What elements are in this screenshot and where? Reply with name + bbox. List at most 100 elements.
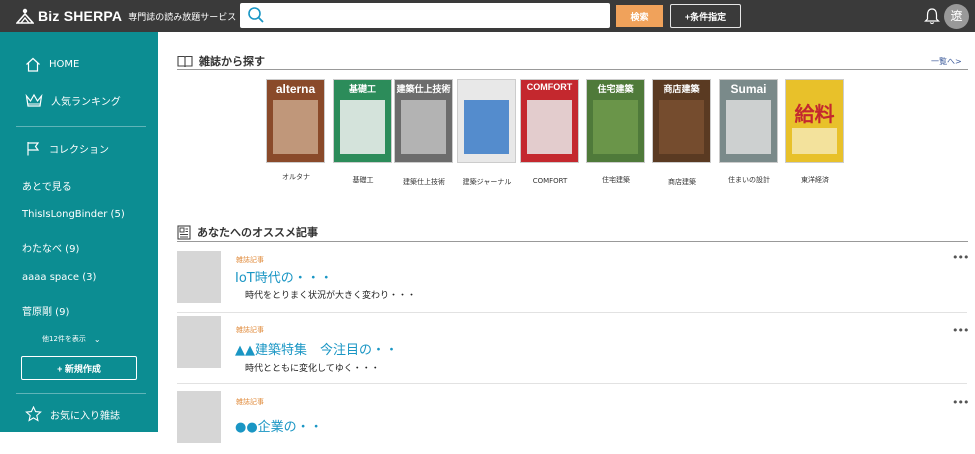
article-description: 時代をとりまく状況が大きく変わり・・・	[245, 291, 417, 301]
magazine-cover-title: 建築仕上技術	[396, 84, 451, 94]
magazine-item[interactable]: 建築ジャーナル	[457, 79, 516, 186]
logo-tagline: 専門誌の読み放題サービス	[128, 12, 237, 23]
condition-button[interactable]: +条件指定	[670, 4, 741, 28]
article-title[interactable]: IoT時代の・・・	[235, 267, 333, 286]
show-more-label: 他12件を表示	[42, 335, 86, 343]
magazine-cover-art	[401, 100, 446, 154]
magazine-cover-art	[593, 100, 638, 154]
magazine-cover-title: Sumai	[730, 82, 767, 96]
sidebar-item-label: 人気ランキング	[51, 97, 121, 108]
search-box	[240, 3, 610, 28]
magazine-cover[interactable]: 建築仕上技術	[394, 79, 453, 163]
sidebar-link-binder[interactable]: ThisIsLongBinder (5)	[22, 209, 125, 220]
bell-icon[interactable]	[924, 7, 940, 25]
magazine-cover[interactable]: 給料	[785, 79, 844, 163]
sidebar-item-ranking[interactable]: 人気ランキング	[25, 93, 121, 108]
section-title: あなたへのオススメ記事	[197, 226, 318, 239]
magazines-heading: 雑誌から探す	[177, 53, 265, 69]
magazine-item[interactable]: 住宅建築 住宅建築	[586, 79, 645, 184]
article-type: 雑誌記事	[236, 398, 264, 406]
magazine-cover[interactable]: 基礎工	[333, 79, 392, 163]
magazine-cover-art	[726, 100, 771, 154]
article-thumbnail	[177, 316, 221, 368]
show-more-link[interactable]: 他12件を表示 ⌄	[42, 334, 101, 344]
magazine-cover-art	[464, 100, 509, 154]
magazine-item[interactable]: 基礎工 基礎工	[333, 79, 392, 184]
magazine-cover-title: COMFORT	[526, 82, 573, 92]
sidebar-item-home[interactable]: HOME	[25, 57, 79, 72]
avatar[interactable]: 遼	[944, 4, 969, 29]
sidebar-divider	[16, 126, 146, 127]
magazine-cover[interactable]	[457, 79, 516, 163]
crown-icon	[25, 93, 43, 107]
article-description: 時代とともに変化してゆく・・・	[245, 364, 380, 374]
home-icon	[26, 57, 40, 72]
magazine-item[interactable]: alterna オルタナ	[266, 79, 325, 181]
magazine-cover[interactable]: Sumai	[719, 79, 778, 163]
new-collection-button[interactable]: + 新規作成	[21, 356, 137, 380]
section-divider	[177, 69, 968, 70]
article-thumbnail	[177, 391, 221, 443]
magazine-cover-art	[273, 100, 318, 154]
sidebar-link-aaaa[interactable]: aaaa space (3)	[22, 272, 96, 283]
article-title[interactable]: ▲▲建築特集 今注目の・・	[235, 339, 398, 358]
star-icon	[25, 406, 42, 422]
sidebar-link-later[interactable]: あとで見る	[22, 178, 72, 193]
section-title: 雑誌から探す	[199, 55, 265, 68]
more-options-icon[interactable]: •••	[952, 251, 969, 264]
top-bar: Biz SHERPA 専門誌の読み放題サービス 検索 +条件指定 遼	[0, 0, 975, 32]
magazine-item[interactable]: COMFORT COMFORT	[520, 79, 579, 185]
magazine-item[interactable]: Sumai 住まいの設計	[719, 79, 778, 184]
magazine-cover[interactable]: 商店建築	[652, 79, 711, 163]
magazine-item[interactable]: 給料 東洋経済	[785, 79, 844, 184]
article-divider	[177, 312, 967, 313]
sidebar-divider	[16, 393, 146, 394]
magazine-cover[interactable]: 住宅建築	[586, 79, 645, 163]
magazine-cover-art	[527, 100, 572, 154]
article-thumbnail	[177, 251, 221, 303]
magazine-cover-title: alterna	[275, 82, 316, 96]
logo-icon	[16, 8, 34, 24]
magazine-cover[interactable]: alterna	[266, 79, 325, 163]
magazine-cover-title: 基礎工	[348, 84, 376, 94]
article-type: 雑誌記事	[236, 326, 264, 334]
article-type: 雑誌記事	[236, 256, 264, 264]
article-card[interactable]: 雑誌記事 IoT時代の・・・ 時代をとりまく状況が大きく変わり・・・ •••	[177, 251, 969, 321]
magazine-cover[interactable]: COMFORT	[520, 79, 579, 163]
search-input[interactable]	[272, 5, 602, 25]
article-title[interactable]: ●●企業の・・	[235, 416, 323, 435]
sidebar-item-favorites[interactable]: お気に入り雑誌	[25, 406, 120, 422]
article-divider	[177, 383, 967, 384]
magazine-cover-art	[659, 100, 704, 154]
sidebar-link-sugawara[interactable]: 菅原剛 (9)	[22, 303, 69, 318]
chevron-down-icon: ⌄	[93, 334, 101, 344]
sidebar-item-label: お気に入り雑誌	[50, 410, 120, 422]
newspaper-icon	[177, 224, 191, 240]
logo-text: Biz SHERPA	[38, 8, 123, 24]
magazine-cover-title: 住宅建築	[597, 84, 634, 94]
search-icon	[248, 7, 264, 23]
search-button[interactable]: 検索	[616, 5, 663, 27]
magazine-cover-art	[340, 100, 385, 154]
article-card[interactable]: 雑誌記事 ●●企業の・・ •••	[177, 391, 969, 454]
magazine-item[interactable]: 建築仕上技術 建築仕上技術	[394, 79, 453, 186]
magazine-name[interactable]: 東洋経済	[775, 175, 855, 185]
more-options-icon[interactable]: •••	[952, 396, 969, 409]
magazine-list-link[interactable]: 一覧へ>	[931, 56, 962, 67]
section-divider	[177, 241, 968, 242]
sidebar-item-label: HOME	[49, 59, 80, 70]
magazine-item[interactable]: 商店建築 商店建築	[652, 79, 711, 186]
sidebar-link-watanabe[interactable]: わたなべ (9)	[22, 240, 79, 255]
flag-icon	[27, 142, 40, 156]
logo[interactable]: Biz SHERPA 専門誌の読み放題サービス	[16, 8, 236, 24]
recommend-heading: あなたへのオススメ記事	[177, 224, 318, 240]
magazine-cover-art	[792, 128, 837, 154]
magazine-cover-title: 商店建築	[663, 84, 700, 94]
more-options-icon[interactable]: •••	[952, 324, 969, 337]
book-icon	[177, 55, 193, 67]
article-card[interactable]: 雑誌記事 ▲▲建築特集 今注目の・・ 時代とともに変化してゆく・・・ •••	[177, 316, 969, 386]
sidebar-item-label: コレクション	[49, 145, 109, 156]
magazine-cover-title: 給料	[794, 104, 835, 126]
sidebar: HOME 人気ランキング コレクション あとで見る ThisIsLongBind…	[0, 32, 158, 432]
sidebar-item-collection[interactable]: コレクション	[25, 141, 109, 156]
